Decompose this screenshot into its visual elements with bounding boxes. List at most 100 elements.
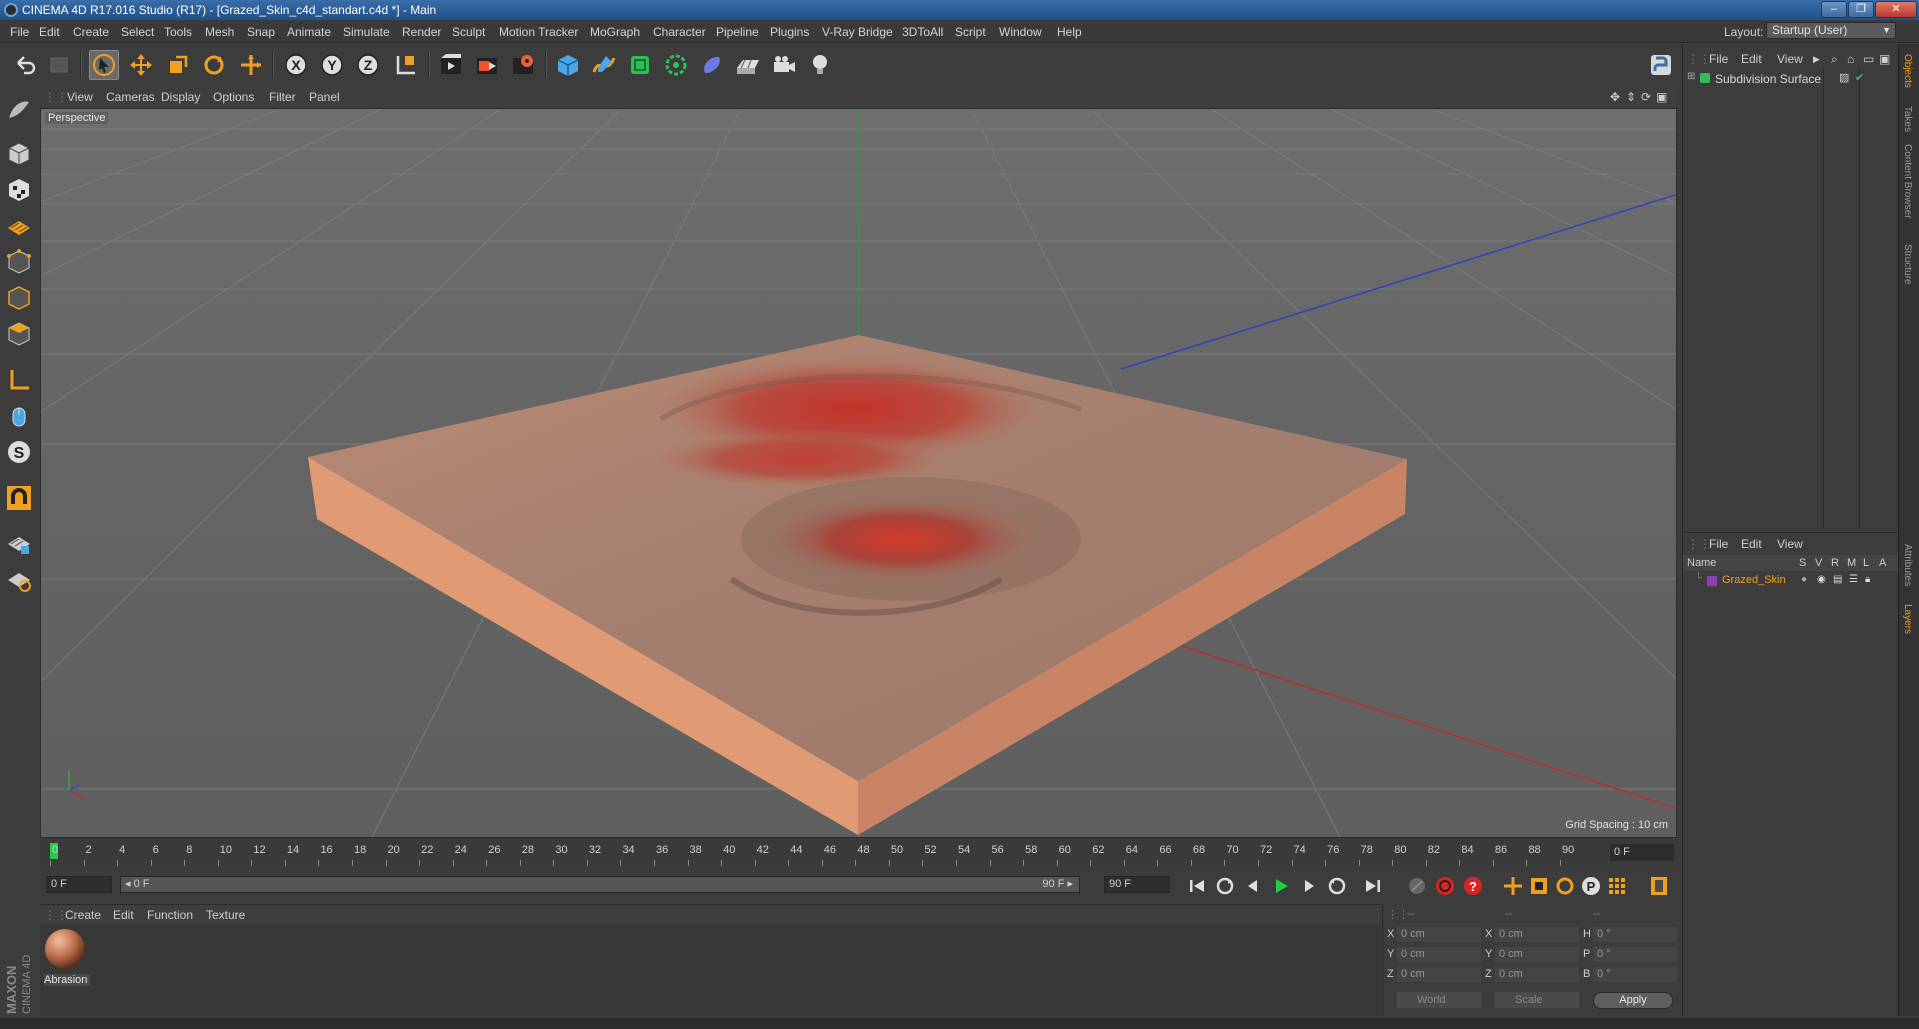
menu-tools[interactable]: Tools	[164, 25, 192, 39]
layer-row-grazed-skin[interactable]: └ Grazed_Skin ● ◉ ▤ ☰ 🔒︎	[1687, 573, 1894, 589]
object-menu-file[interactable]: File	[1709, 52, 1728, 66]
key-point-level-icon[interactable]	[1604, 874, 1630, 898]
skin-block-model[interactable]	[308, 335, 1407, 835]
undo-icon[interactable]	[10, 50, 40, 80]
z-axis-lock-icon[interactable]: Z	[353, 50, 383, 80]
workplane-mode-icon[interactable]	[3, 210, 35, 242]
light-icon[interactable]	[805, 50, 835, 80]
perspective-viewport[interactable]: Perspective Grid Spacing : 10 cm	[40, 108, 1677, 838]
maximize-button[interactable]: ❐	[1848, 1, 1874, 18]
python-icon[interactable]	[1646, 50, 1676, 80]
pos-x-field[interactable]: 0 cm	[1397, 927, 1481, 942]
menu-render[interactable]: Render	[402, 25, 441, 39]
previous-keyframe-icon[interactable]	[1212, 874, 1238, 898]
expand-toggle-icon[interactable]: ⊞	[1687, 71, 1695, 82]
record-active-keys-icon[interactable]	[1432, 874, 1458, 898]
layout-dropdown[interactable]: Startup (User) ▼	[1766, 22, 1896, 39]
viewport-menu-view[interactable]: View	[67, 90, 93, 104]
current-frame-field[interactable]: 0 F	[1610, 844, 1674, 861]
material-menu-function[interactable]: Function	[147, 908, 193, 922]
render-toggle-icon[interactable]: ▤	[1833, 574, 1842, 585]
home-icon[interactable]: ⌂	[1847, 52, 1854, 66]
col-locked[interactable]: L	[1863, 557, 1869, 569]
next-frame-icon[interactable]	[1296, 874, 1322, 898]
key-position-icon[interactable]	[1500, 874, 1526, 898]
go-to-end-icon[interactable]	[1360, 874, 1386, 898]
menu-character[interactable]: Character	[653, 25, 706, 39]
snap-icon[interactable]: S	[3, 436, 35, 468]
menu-file[interactable]: File	[10, 25, 29, 39]
rotate-icon[interactable]	[199, 50, 229, 80]
object-row-subdivision-surface[interactable]: ⊞ Subdivision Surface ▨ ✔	[1687, 70, 1894, 88]
close-button[interactable]: ✕	[1875, 1, 1917, 18]
layer-color-swatch[interactable]	[1707, 576, 1717, 586]
coordinate-space-dropdown[interactable]: World	[1397, 992, 1481, 1008]
layer-menu-file[interactable]: File	[1709, 537, 1728, 551]
col-visible[interactable]: V	[1815, 557, 1822, 569]
world-coordinates-icon[interactable]	[391, 50, 421, 80]
tab-layers[interactable]: Layers	[1902, 604, 1913, 634]
array-cloner-icon[interactable]	[661, 50, 691, 80]
minimize-button[interactable]: –	[1821, 1, 1847, 18]
lock-icon[interactable]: 🔒︎	[1865, 574, 1870, 585]
menu-arrow-icon[interactable]: ▶	[1813, 54, 1820, 65]
points-mode-icon[interactable]	[3, 246, 35, 278]
render-picture-viewer-icon[interactable]	[472, 50, 502, 80]
menu-3dtoall[interactable]: 3DToAll	[902, 25, 943, 39]
viewport-menu-filter[interactable]: Filter	[269, 90, 296, 104]
magnet-icon[interactable]	[3, 482, 35, 514]
enabled-check-icon[interactable]: ✔	[1855, 71, 1864, 84]
viewport-menu-panel[interactable]: Panel	[309, 90, 340, 104]
viewport-maximize-icon[interactable]: ▣	[1656, 90, 1667, 104]
y-axis-lock-icon[interactable]: Y	[317, 50, 347, 80]
subdivision-surface-icon[interactable]	[625, 50, 655, 80]
polygons-mode-icon[interactable]	[3, 318, 35, 350]
solo-toggle-icon[interactable]: ●	[1801, 574, 1807, 585]
camera-icon[interactable]	[769, 50, 799, 80]
tab-structure[interactable]: Structure	[1902, 244, 1913, 285]
tab-attributes[interactable]: Attributes	[1902, 544, 1913, 586]
menu-edit[interactable]: Edit	[39, 25, 60, 39]
size-z-field[interactable]: 0 cm	[1495, 967, 1579, 982]
rot-b-field[interactable]: 0 °	[1593, 967, 1677, 982]
menu-mesh[interactable]: Mesh	[205, 25, 234, 39]
viewport-camera-label[interactable]: Perspective	[45, 112, 109, 124]
menu-animate[interactable]: Animate	[287, 25, 331, 39]
menu-mograph[interactable]: MoGraph	[590, 25, 640, 39]
rot-p-field[interactable]: 0 °	[1593, 947, 1677, 962]
material-menu-edit[interactable]: Edit	[113, 908, 134, 922]
col-animation[interactable]: A	[1879, 557, 1886, 569]
col-render[interactable]: R	[1831, 557, 1839, 569]
new-window-icon[interactable]: ▭	[1863, 52, 1874, 66]
viewport-rotate-icon[interactable]: ⟳	[1641, 90, 1651, 104]
key-scale-icon[interactable]	[1526, 874, 1552, 898]
workplane-align-icon[interactable]	[3, 564, 35, 596]
menu-script[interactable]: Script	[955, 25, 986, 39]
viewport-menu-cameras[interactable]: Cameras	[106, 90, 155, 104]
viewport-move-icon[interactable]: ✥	[1610, 90, 1620, 104]
material-menu-create[interactable]: Create	[65, 908, 101, 922]
viewport-menu-options[interactable]: Options	[213, 90, 254, 104]
menu-simulate[interactable]: Simulate	[343, 25, 390, 39]
tab-content-browser[interactable]: Content Browser	[1902, 144, 1913, 218]
loop-icon[interactable]	[1324, 874, 1350, 898]
menu-help[interactable]: Help	[1057, 25, 1082, 39]
make-editable-icon[interactable]	[3, 94, 35, 126]
menu-snap[interactable]: Snap	[247, 25, 275, 39]
search-icon[interactable]: ⌕	[1831, 52, 1838, 67]
size-y-field[interactable]: 0 cm	[1495, 947, 1579, 962]
viewport-zoom-icon[interactable]: ⇕	[1626, 90, 1636, 104]
timeline-window-icon[interactable]	[1646, 874, 1672, 898]
timeline-ruler[interactable]: 0 2 4 6 8 10 12 14 16 18 20 22 24 26 28 30 32 34 36 38 40 42 4…	[40, 840, 1677, 867]
material-menu-texture[interactable]: Texture	[206, 908, 245, 922]
object-menu-view[interactable]: View	[1777, 52, 1803, 66]
redo-icon[interactable]	[44, 50, 74, 80]
size-mode-dropdown[interactable]: Scale	[1495, 992, 1579, 1008]
panel-maximize-icon[interactable]: ▣	[1879, 52, 1890, 66]
pen-spline-icon[interactable]	[589, 50, 619, 80]
menu-select[interactable]: Select	[121, 25, 154, 39]
tab-takes[interactable]: Takes	[1902, 106, 1913, 132]
play-forward-icon[interactable]	[1268, 874, 1294, 898]
previous-frame-icon[interactable]	[1240, 874, 1266, 898]
workplane-lock-icon[interactable]	[3, 528, 35, 560]
